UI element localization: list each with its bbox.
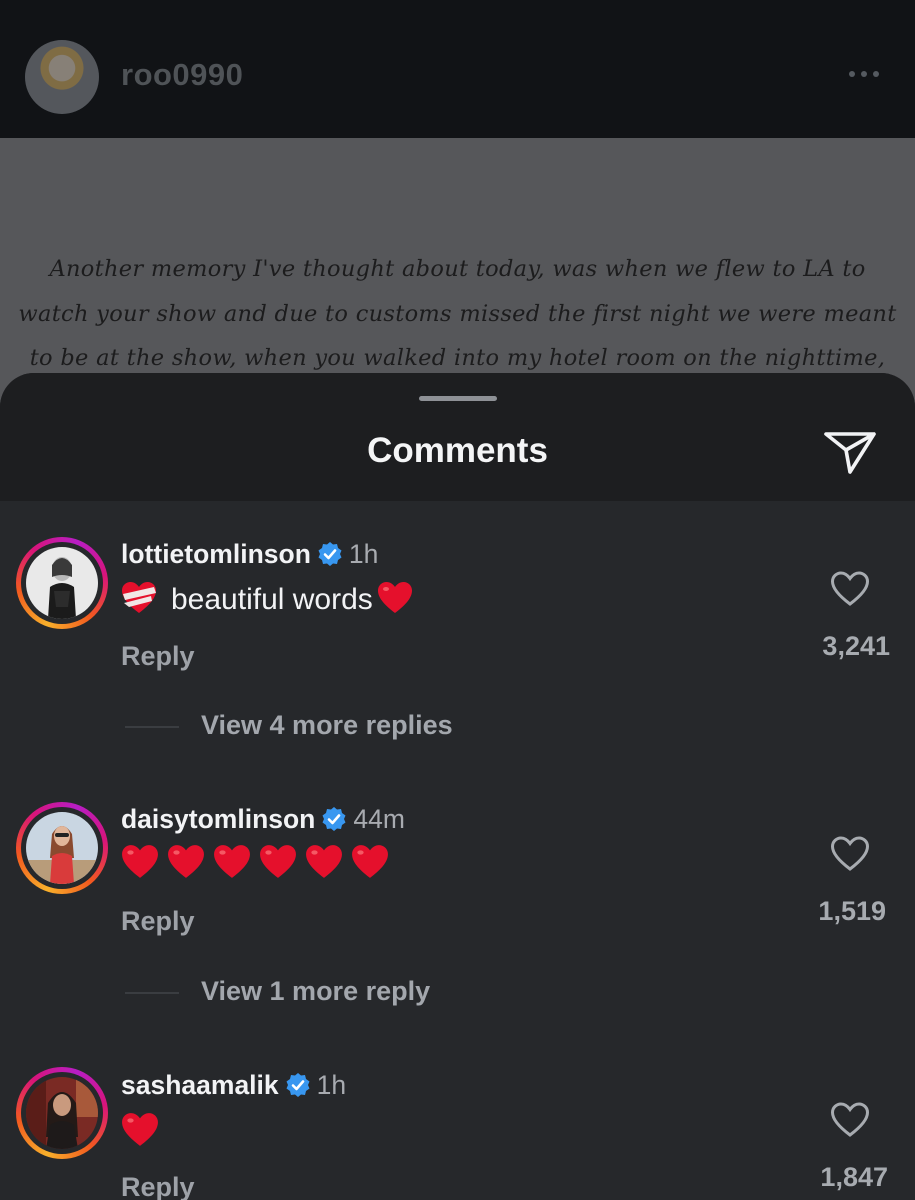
red-heart-icon <box>168 845 204 878</box>
like-count: 1,519 <box>818 896 886 926</box>
like-heart-icon[interactable] <box>830 1102 870 1138</box>
red-heart-icon <box>260 845 296 878</box>
drag-handle[interactable] <box>419 396 497 401</box>
comments-sheet-header: Comments <box>0 373 915 501</box>
avatar[interactable] <box>16 802 108 894</box>
comment-username[interactable]: daisytomlinson 44m <box>121 804 405 835</box>
comment-text <box>121 1112 167 1148</box>
view-more-replies-button[interactable]: View 4 more replies <box>125 710 453 741</box>
reply-button[interactable]: Reply <box>121 1172 195 1200</box>
comment-item: lottietomlinson 1h beautiful words Reply … <box>0 501 915 740</box>
like-heart-icon[interactable] <box>830 571 870 607</box>
reply-button[interactable]: Reply <box>121 906 195 937</box>
more-options-icon[interactable] <box>844 64 884 84</box>
like-heart-icon[interactable] <box>830 836 870 872</box>
verified-badge-icon <box>322 807 346 831</box>
red-heart-icon <box>352 845 388 878</box>
post-text-line: to be at the show, when you walked into … <box>29 345 886 371</box>
comment-time: 1h <box>316 1070 347 1100</box>
poster-username[interactable]: roo0990 <box>121 57 243 93</box>
red-heart-icon <box>377 582 412 613</box>
red-heart-icon <box>122 845 158 878</box>
avatar[interactable] <box>16 1067 108 1159</box>
sheet-title: Comments <box>367 431 548 470</box>
comment-username[interactable]: lottietomlinson 1h <box>121 539 378 570</box>
post-header: roo0990 <box>0 0 915 138</box>
like-count: 3,241 <box>822 631 890 661</box>
avatar[interactable] <box>16 537 108 629</box>
red-heart-icon <box>214 845 250 878</box>
comment-item: sashaamalik 1h Reply 1,847 <box>0 1032 915 1200</box>
comments-sheet: Comments lottietomlinson 1h beautiful wo… <box>0 373 915 1200</box>
verified-badge-icon <box>286 1073 310 1097</box>
view-more-replies-button[interactable]: View 1 more reply <box>125 976 430 1007</box>
like-count: 1,847 <box>820 1162 888 1192</box>
post-text-line: Another memory I've thought about today,… <box>49 256 866 282</box>
comment-item: daisytomlinson 44m Reply 1,519 View 1 mor… <box>0 766 915 1006</box>
share-icon[interactable] <box>822 428 878 476</box>
comment-time: 44m <box>353 804 405 834</box>
bandaged-heart-icon <box>122 582 156 613</box>
poster-avatar[interactable] <box>25 40 99 114</box>
verified-badge-icon <box>318 542 342 566</box>
comment-text <box>121 844 397 880</box>
comment-time: 1h <box>348 539 379 569</box>
red-heart-icon <box>306 845 342 878</box>
post-text-line: watch your show and due to customs misse… <box>18 301 897 327</box>
comment-text: beautiful words <box>121 581 413 617</box>
red-heart-icon <box>122 1113 158 1146</box>
comment-username[interactable]: sashaamalik 1h <box>121 1070 346 1101</box>
reply-button[interactable]: Reply <box>121 641 195 672</box>
